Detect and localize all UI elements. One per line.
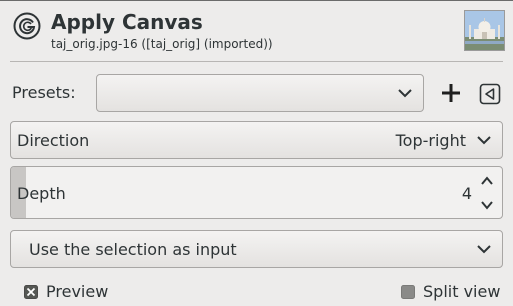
image-subtitle: taj_orig.jpg-16 ([taj_orig] (imported))	[51, 37, 273, 51]
gegl-operation-icon	[13, 12, 41, 40]
split-view-toggle[interactable]: Split view	[390, 281, 510, 303]
direction-combo[interactable]: Direction Top-right	[10, 121, 503, 159]
add-preset-button[interactable]	[437, 79, 465, 107]
chevron-up-icon[interactable]	[477, 171, 497, 191]
chevron-down-icon	[477, 136, 491, 145]
presets-combo[interactable]	[96, 74, 424, 112]
unchecked-checkbox-icon[interactable]	[401, 285, 415, 299]
depth-value[interactable]: 4	[462, 184, 472, 204]
header-separator	[10, 61, 503, 62]
split-view-label: Split view	[423, 282, 501, 301]
presets-label: Presets:	[12, 83, 76, 102]
image-thumbnail	[464, 10, 505, 51]
preview-label: Preview	[46, 282, 109, 301]
chevron-down-icon	[477, 245, 491, 254]
preset-menu-button[interactable]	[478, 82, 502, 106]
depth-label: Depth	[17, 184, 66, 203]
direction-label: Direction	[17, 131, 90, 150]
input-mode-value: Use the selection as input	[29, 240, 237, 259]
chevron-down-icon	[398, 89, 412, 98]
input-mode-combo[interactable]: Use the selection as input	[10, 230, 503, 268]
preview-toggle[interactable]: Preview	[0, 281, 250, 303]
dialog-header: Apply Canvas taj_orig.jpg-16 ([taj_orig]…	[0, 1, 513, 61]
depth-spin-scale[interactable]: Depth 4	[10, 166, 503, 219]
chevron-down-icon[interactable]	[477, 195, 497, 215]
dialog-title: Apply Canvas	[51, 10, 203, 34]
direction-value: Top-right	[395, 131, 466, 150]
checked-checkbox-icon[interactable]	[24, 285, 38, 299]
